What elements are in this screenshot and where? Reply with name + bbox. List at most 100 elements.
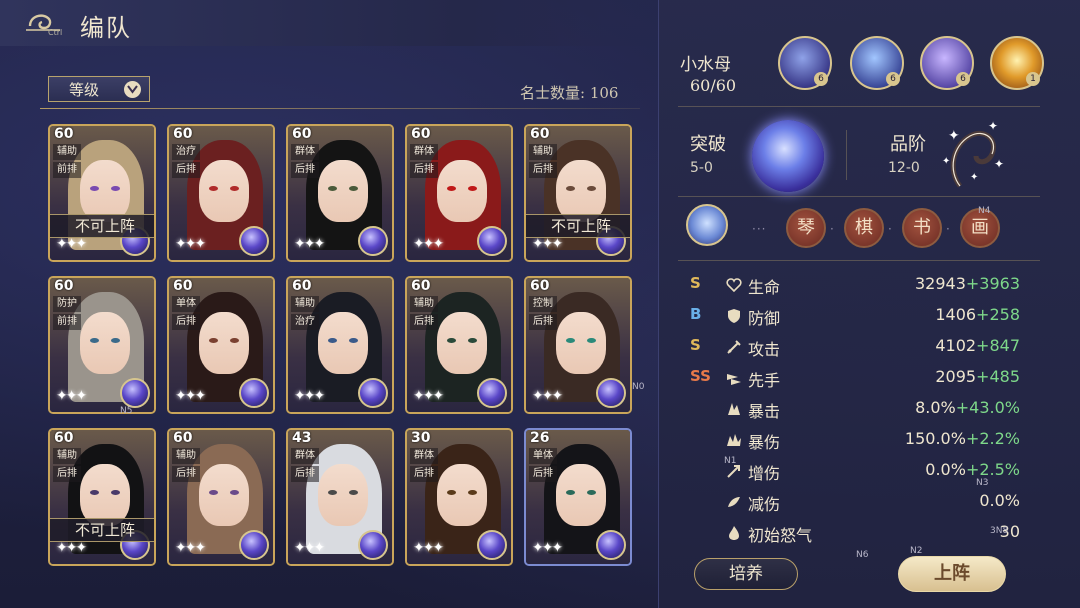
jellyfish-pet-icon[interactable] (686, 204, 728, 246)
role-tag: 群体 (410, 448, 438, 464)
sparkle-stars-icon: ✦✦✦ (413, 540, 444, 556)
portrait-eyes (447, 490, 477, 496)
skill-icon[interactable]: 6 (778, 36, 832, 90)
role-tag: 后排 (529, 162, 557, 178)
stat-base: 8.0% (915, 398, 956, 417)
art-qi-button[interactable]: 棋 (844, 208, 884, 248)
stat-row: B 防御 1406+258 (690, 305, 1020, 329)
character-card[interactable]: 60 群体 后排 ✦✦✦ (405, 124, 513, 262)
element-orb-icon (120, 378, 150, 408)
breakthrough-label: 突破 (690, 134, 726, 155)
portrait-eyes (328, 490, 358, 496)
role-tag: 辅助 (410, 296, 438, 312)
role-tag: 单体 (172, 296, 200, 312)
role-tag: 群体 (291, 144, 319, 160)
connector-dots: · (830, 222, 835, 236)
role-tag: 群体 (410, 144, 438, 160)
deploy-button[interactable]: 上阵 (898, 556, 1006, 592)
breakthrough-orb-icon[interactable] (752, 120, 824, 192)
portrait-eyes (209, 186, 239, 192)
stat-row: 初始怒气 30 (690, 522, 1020, 546)
character-card[interactable]: 60 辅助 后排 ✦✦✦ 不可上阵 (48, 428, 156, 566)
stat-value: 4102+847 (935, 336, 1020, 355)
skill-level: 6 (956, 72, 970, 86)
character-level: 60 (411, 278, 431, 294)
art-shu-button[interactable]: 书 (902, 208, 942, 248)
stat-row: 减伤 0.0% (690, 491, 1020, 515)
role-tag: 后排 (172, 466, 200, 482)
stat-bonus: +847 (976, 336, 1020, 355)
character-level: 60 (54, 278, 74, 294)
header-bar: Ctrl 编队 (0, 0, 660, 46)
character-card[interactable]: 60 辅助 后排 ✦✦✦ (405, 276, 513, 414)
role-tag: 前排 (53, 162, 81, 178)
ultimate-skill-icon[interactable]: 1 (990, 36, 1044, 90)
character-card[interactable]: 30 群体后排 ✦✦✦ (405, 428, 513, 566)
role-tag: 后排 (172, 162, 200, 178)
crit-icon (728, 403, 740, 415)
skill-icon[interactable]: 6 (920, 36, 974, 90)
back-hotkey-hint: Ctrl (48, 28, 63, 37)
connector-dots: · (888, 222, 893, 236)
character-card[interactable]: 60 单体 后排 ✦✦✦ (167, 276, 275, 414)
sparkle-stars-icon: ✦✦✦ (294, 388, 325, 404)
debug-marker: N5 (120, 406, 133, 416)
character-level: 60 (54, 430, 74, 446)
sparkle-stars-icon: ✦✦✦ (413, 236, 444, 252)
debug-marker: N6 (856, 550, 869, 560)
character-level: 60 (292, 278, 312, 294)
skill-level: 1 (1026, 72, 1040, 86)
stat-name: 防御 (748, 309, 781, 328)
stat-bonus: +2.5% (965, 460, 1020, 479)
stat-value: 0.0%+2.5% (925, 460, 1020, 479)
sparkle-stars-icon: ✦✦✦ (175, 388, 206, 404)
divider (40, 108, 640, 109)
character-level: 30 (411, 430, 431, 446)
character-card[interactable]: 60 辅助 后排 ✦✦✦ (167, 428, 275, 566)
element-orb-icon (596, 378, 626, 408)
portrait-eyes (566, 338, 596, 344)
role-tag: 后排 (529, 314, 557, 330)
sparkle-stars-icon: ✦✦✦ (532, 540, 563, 556)
element-orb-icon (477, 530, 507, 560)
character-level: 60 (173, 430, 193, 446)
stat-name: 暴伤 (748, 433, 781, 452)
character-level: 43 (292, 430, 312, 446)
stat-row: S 攻击 4102+847 (690, 336, 1020, 360)
chevron-down-icon (124, 81, 141, 98)
sparkle-stars-icon: ✦✦✦ (294, 236, 325, 252)
page-title: 编队 (80, 14, 132, 42)
element-orb-icon (239, 378, 269, 408)
role-tag: 后排 (410, 466, 438, 482)
element-orb-icon (358, 530, 388, 560)
skill-icon[interactable]: 6 (850, 36, 904, 90)
role-tag: 治疗 (172, 144, 200, 160)
divider (678, 260, 1040, 261)
stat-value: 32943+3963 (915, 274, 1020, 293)
element-orb-icon (239, 226, 269, 256)
stat-name: 减伤 (748, 495, 781, 514)
formation-screen: Ctrl 编队 等级 名士数量: 106 60 辅助 前排 ✦✦✦ 不可上阵 60 治疗 后排… (0, 0, 1080, 608)
sort-dropdown[interactable]: 等级 (48, 76, 150, 102)
character-card[interactable]: 60 辅助 后排 ✦✦✦ 不可上阵 (524, 124, 632, 262)
character-card[interactable]: 60 辅助 治疗 ✦✦✦ (286, 276, 394, 414)
role-tag: 后排 (291, 466, 319, 482)
character-card[interactable]: 60 辅助 前排 ✦✦✦ 不可上阵 (48, 124, 156, 262)
debug-marker: N3 (976, 478, 989, 488)
role-tag: 辅助 (53, 144, 81, 160)
art-qin-button[interactable]: 琴 (786, 208, 826, 248)
character-card[interactable]: 26 单体 后排 ✦✦✦ (524, 428, 632, 566)
character-card[interactable]: 60 控制 后排 ✦✦✦ (524, 276, 632, 414)
train-button[interactable]: 培养 (694, 558, 798, 590)
grade-emblem-icon[interactable]: ✦ ✦ ✦ ✦ ✦ (940, 116, 1010, 196)
character-card[interactable]: 60 治疗 后排 ✦✦✦ (167, 124, 275, 262)
character-card[interactable]: 60 防护 前排 ✦✦✦ (48, 276, 156, 414)
character-card[interactable]: 43 群体 后排 ✦✦✦ (286, 428, 394, 566)
grade-value: 12-0 (888, 160, 920, 176)
character-card[interactable]: 60 群体 后排 ✦✦✦ (286, 124, 394, 262)
sword-icon (727, 340, 741, 354)
connector-dots: · (946, 222, 951, 236)
character-level: 60 (173, 126, 193, 142)
character-level: 60 (530, 278, 550, 294)
role-tag: 后排 (53, 466, 81, 482)
